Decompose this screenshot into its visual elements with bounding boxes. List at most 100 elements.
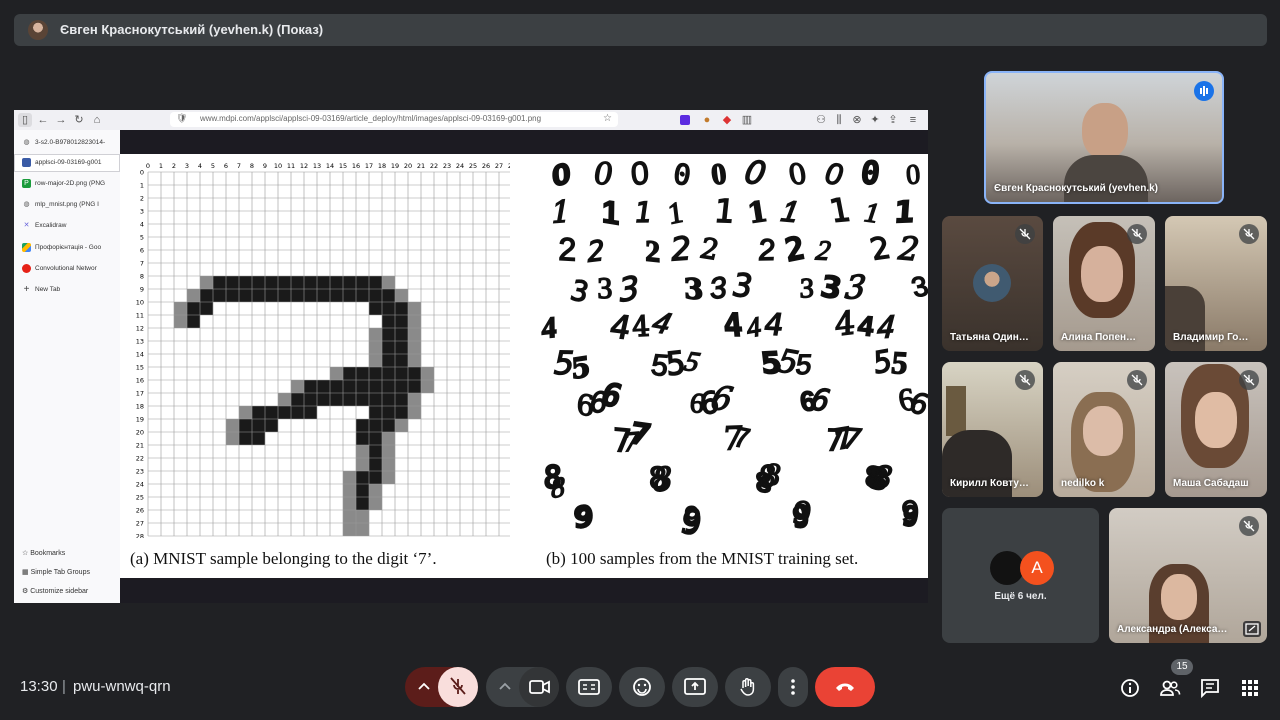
url-bar[interactable]: 🛡 www.mdpi.com/applsci/applsci-09-03169/… [170,112,618,127]
axis-tick-label: 17 [365,162,373,170]
extension-icon[interactable]: ● [700,113,714,127]
raise-hand-button[interactable] [725,667,771,707]
grid-pixel [395,367,408,380]
mic-toggle-button[interactable] [438,667,478,707]
participant-tile[interactable]: Маша Сабадаш [1165,362,1267,497]
divider: | [62,678,66,695]
axis-tick-label: 15 [339,162,347,170]
mic-off-icon [1239,370,1259,390]
presenter-title: Євген Краснокутський (yevhen.k) (Показ) [60,22,324,37]
participant-tile[interactable]: Кирилл Ковту… [942,362,1043,497]
new-tab-button[interactable]: + New Tab [14,281,120,299]
account-icon[interactable]: ⚇ [814,113,828,127]
participant-tile[interactable]: Татьяна Один… [942,216,1043,351]
chevron-up-icon[interactable] [498,681,512,693]
digit-sample: 7 [841,422,864,456]
grid-pixel [265,406,278,419]
tab-item[interactable]: ◍ mlp_mnist.png (PNG I [14,196,120,214]
bookmarks-item[interactable]: ☆ Bookmarks [22,549,65,557]
activities-icon[interactable] [1239,677,1261,699]
digit-sample: 0 [551,157,572,194]
grid-pixel [200,302,213,315]
meeting-info-icon[interactable] [1119,677,1141,699]
participant-name: nedilko k [1061,478,1105,489]
digit-sample: 2 [587,234,605,269]
share-icon[interactable]: ⇪ [886,113,900,127]
more-participants-tile[interactable]: A Ещё 6 чел. [942,508,1099,643]
tab-groups-icon[interactable]: ▥ [740,113,754,127]
tab-label: New Tab [35,286,61,293]
tab-item[interactable]: ◍ 3-s2.0-B978012823014- [14,134,120,152]
digit-sample: 2 [697,232,723,267]
participant-tile[interactable]: Алина Попен… [1053,216,1155,351]
camera-toggle-button[interactable] [519,667,559,707]
ublock-icon[interactable]: ◆ [720,113,734,127]
axis-tick-label: 4 [198,162,202,170]
participant-tile[interactable]: nedilko k [1053,362,1155,497]
participant-tile[interactable]: Владимир Го… [1165,216,1267,351]
digit-sample: 1 [551,195,571,231]
digit-sample: 1 [666,195,685,231]
present-button[interactable] [672,667,718,707]
participant-name: Маша Сабадаш [1173,478,1249,489]
more-options-button[interactable] [778,667,808,707]
grid-pixel [356,380,369,393]
avatar: A [1020,551,1054,585]
tab-item[interactable]: Convolutional Networ [14,260,120,278]
reload-icon[interactable]: ↻ [72,113,86,127]
library-icon[interactable]: ⫼ [832,113,846,127]
home-icon[interactable]: ⌂ [90,113,104,127]
axis-tick-label: 2 [172,162,176,170]
grid-pixel [395,380,408,393]
sidebar-toggle-icon[interactable]: ▯ [18,113,32,127]
main-speaker-tile[interactable]: Євген Краснокутський (yevhen.k) [984,71,1224,204]
browser-toolbar: ▯ ← → ↻ ⌂ 🛡 www.mdpi.com/applsci/applsci… [14,110,928,131]
forward-icon[interactable]: → [54,113,68,127]
extension-icon[interactable] [680,115,690,125]
digit-sample: 3 [618,268,641,309]
grid-pixel [382,354,395,367]
clock: 13:30 [20,678,58,695]
grid-pixel [408,315,421,328]
tab-item[interactable]: Профорієнтація - Goo [14,239,120,257]
captions-button[interactable] [566,667,612,707]
camera-icon [529,680,550,694]
digit-sample: 3 [683,272,704,306]
people-icon[interactable] [1159,677,1181,699]
extensions-icon[interactable]: ✦ [868,113,882,127]
grid-pixel [330,367,343,380]
chevron-up-icon[interactable] [417,681,431,693]
bookmark-star-icon[interactable]: ☆ [603,113,612,124]
back-icon[interactable]: ← [36,113,50,127]
reactions-button[interactable] [619,667,665,707]
tab-item[interactable]: ✕ Excalidraw [14,217,120,235]
emoji-icon [633,678,651,696]
participant-tile[interactable]: Александра (Алекса… [1109,508,1267,643]
chat-icon[interactable] [1199,677,1221,699]
grid-pixel [369,380,382,393]
leave-call-button[interactable] [815,667,875,707]
participant-name: Алина Попен… [1061,332,1137,343]
pip-icon[interactable] [1243,621,1261,637]
extension-icon[interactable]: ⊗ [850,113,864,127]
grid-pixel [356,523,369,536]
url-text[interactable]: www.mdpi.com/applsci/applsci-09-03169/ar… [200,114,541,123]
customize-sidebar-item[interactable]: ⚙ Customize sidebar [22,587,88,595]
participant-name: Александра (Алекса… [1117,624,1228,635]
grid-pixel [369,354,382,367]
menu-icon[interactable]: ≡ [906,113,920,127]
more-vert-icon [791,679,795,695]
digit-sample: 3 [843,268,867,306]
grid-pixel [395,302,408,315]
simple-tab-groups-item[interactable]: ▦ Simple Tab Groups [22,568,90,576]
grid-pixel [382,380,395,393]
tab-item[interactable]: P row-major-2D.png (PNG [14,175,120,193]
tab-label: row-major-2D.png (PNG [35,180,106,187]
grid-pixel [369,406,382,419]
grid-pixel [330,289,343,302]
grid-pixel [369,471,382,484]
axis-tick-label: 19 [391,162,399,170]
axis-tick-label: 22 [430,162,438,170]
grid-pixel [343,510,356,523]
tab-item[interactable]: applsci-09-03169-g001 [14,154,120,172]
